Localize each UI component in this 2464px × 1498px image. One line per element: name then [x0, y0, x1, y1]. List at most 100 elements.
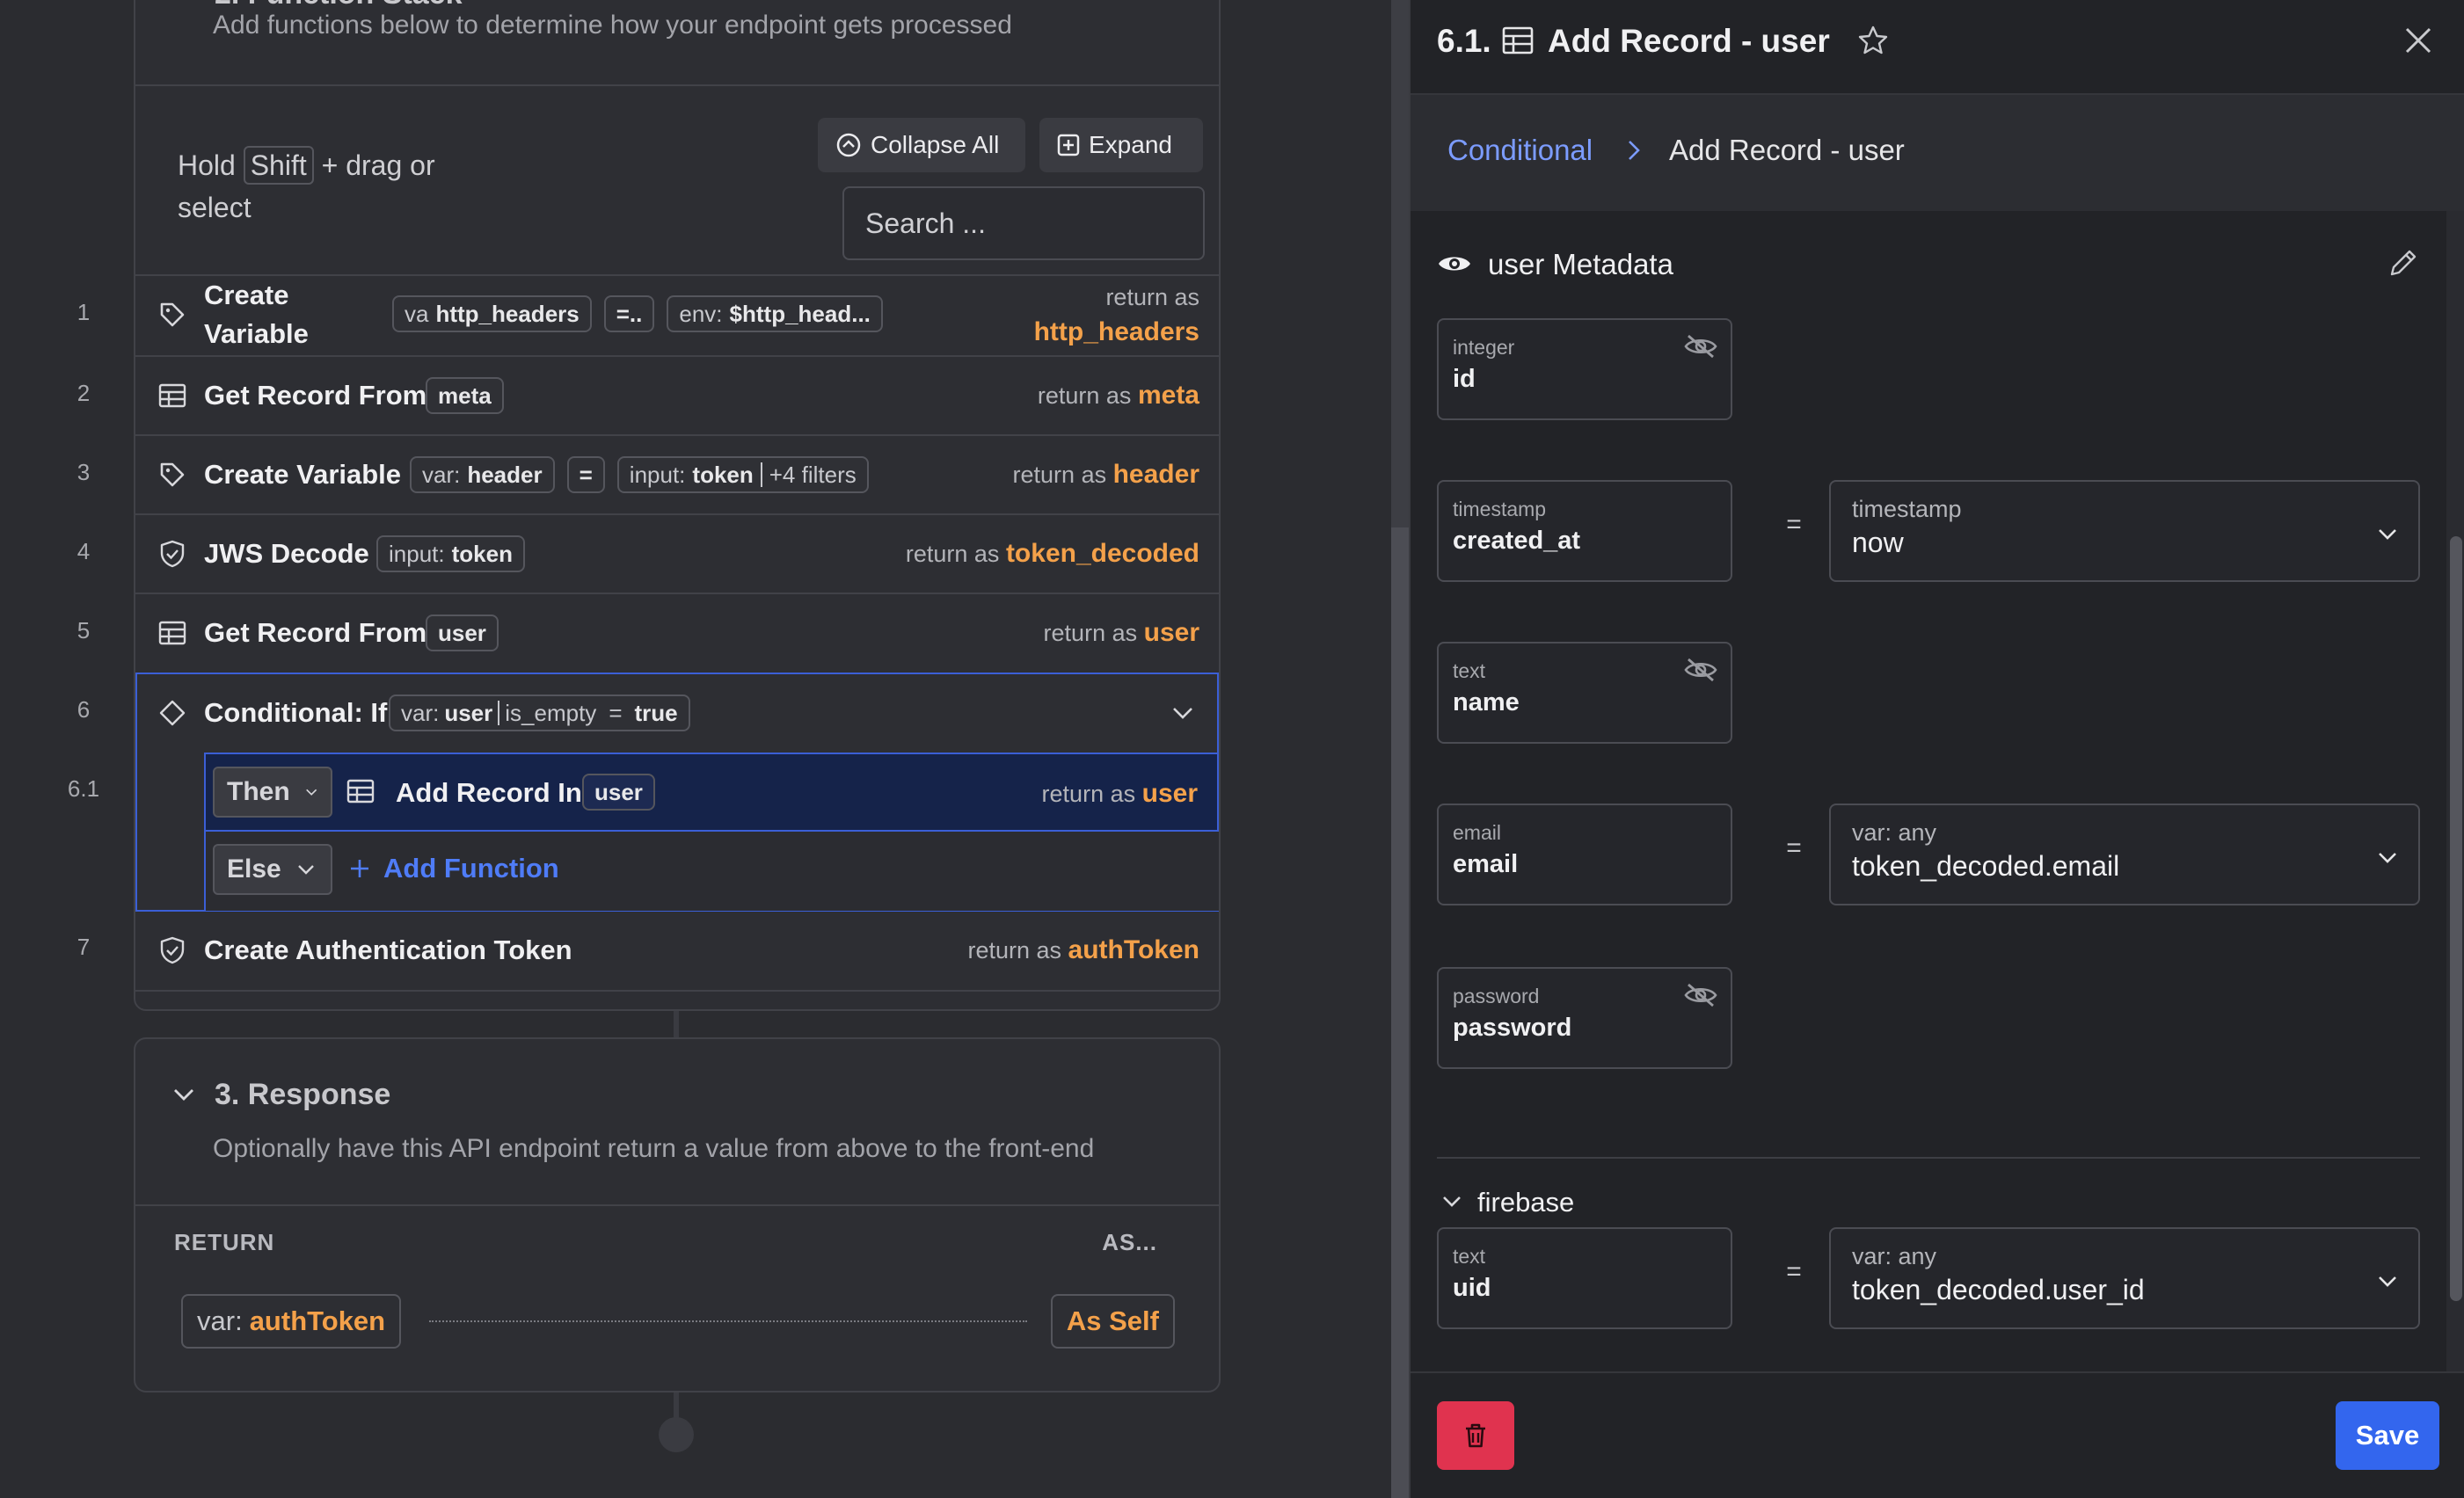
return-as-label: return as	[905, 541, 1000, 567]
chevron-down-icon[interactable]	[1440, 1190, 1463, 1218]
table-pill[interactable]: meta	[426, 377, 504, 414]
value-select-created-at[interactable]: timestamp now	[1829, 480, 2420, 582]
function-stack-description: Add functions below to determine how you…	[213, 11, 1012, 40]
return-var: http_headers	[1033, 317, 1199, 346]
field-id[interactable]: integer id	[1437, 318, 1732, 420]
close-icon[interactable]	[2402, 25, 2434, 61]
condition-variable: user	[444, 699, 493, 726]
field-email[interactable]: email email	[1437, 804, 1732, 905]
step-number: 6.1.	[1437, 23, 1491, 59]
function-args: var: header = input: token +4 filters	[410, 456, 869, 493]
collapse-all-button[interactable]: Collapse All	[818, 118, 1025, 172]
breadcrumb-parent[interactable]: Conditional	[1447, 134, 1593, 167]
field-uid[interactable]: text uid	[1437, 1227, 1732, 1329]
then-branch-row[interactable]: Then Add Record In user return as user	[204, 753, 1219, 832]
table-pill[interactable]: user	[582, 774, 655, 811]
chevron-down-icon[interactable]	[171, 1081, 197, 1112]
function-title: Get Record From	[204, 617, 427, 648]
panel-header: 6.1. Add Record - user	[1411, 0, 2464, 95]
function-row-create-auth-token[interactable]: Create Authentication Token return as au…	[135, 911, 1219, 990]
return-as: return as authToken	[967, 935, 1199, 965]
return-as-label: return as	[1012, 462, 1107, 488]
function-title: JWS Decode	[204, 538, 369, 569]
scrollbar-thumb[interactable]	[2450, 536, 2462, 1301]
branch-label: Then	[227, 777, 290, 806]
eye-icon[interactable]	[1437, 251, 1472, 280]
return-var: user	[1141, 779, 1198, 808]
field-type: text	[1453, 659, 1486, 682]
condition-pill[interactable]: var: user is_empty = true	[389, 694, 690, 731]
function-title: Create Variable	[204, 276, 309, 353]
eye-off-icon[interactable]	[1683, 332, 1718, 365]
pill-label: va	[405, 300, 429, 327]
scrollbar-thumb[interactable]	[1391, 527, 1409, 1498]
divider	[135, 1204, 1219, 1206]
value-pill[interactable]: env: $http_head...	[667, 295, 883, 332]
panel-title: Add Record - user	[1548, 23, 1830, 59]
chevron-down-icon[interactable]	[1170, 700, 1196, 731]
panel-body: user Metadata integer id timestamp creat…	[1411, 211, 2464, 1371]
shift-key: Shift	[243, 146, 314, 185]
save-button[interactable]: Save	[2336, 1401, 2439, 1470]
eye-off-icon[interactable]	[1683, 656, 1718, 688]
star-icon[interactable]	[1857, 25, 1889, 61]
field-password[interactable]: password password	[1437, 967, 1732, 1069]
pill-label: env:	[679, 300, 723, 327]
pill-value: token	[451, 540, 513, 567]
table-pill[interactable]: user	[426, 614, 499, 651]
row-number: 4	[77, 538, 91, 564]
operator-pill[interactable]: =	[566, 456, 605, 493]
shield-check-icon	[157, 934, 188, 966]
drag-hint-text: Hold	[178, 149, 236, 181]
search-input[interactable]: Search ...	[842, 186, 1205, 260]
add-function-button[interactable]: Add Function	[348, 853, 559, 884]
value-select-email[interactable]: var: any token_decoded.email	[1829, 804, 2420, 905]
divider	[135, 84, 1219, 86]
operator-pill[interactable]: =..	[603, 295, 655, 332]
canvas-scrollbar[interactable]	[1391, 0, 1409, 1498]
return-variable-pill[interactable]: var: authToken	[181, 1294, 402, 1349]
return-as-label: return as	[1105, 284, 1199, 310]
function-row-create-variable[interactable]: Create Variable va http_headers =.. env: $…	[135, 274, 1219, 353]
function-row-create-variable-header[interactable]: Create Variable var: header = input: token…	[135, 434, 1219, 513]
operator: =	[579, 461, 593, 488]
then-branch-select[interactable]: Then	[213, 767, 332, 818]
eye-off-icon[interactable]	[1683, 981, 1718, 1014]
plus-icon	[351, 860, 368, 877]
chevron-right-icon	[1622, 137, 1646, 168]
function-title: Add Record In	[396, 777, 582, 808]
return-as: return as user	[1044, 618, 1199, 648]
return-as-label: return as	[1043, 620, 1138, 646]
table-icon	[1502, 26, 1534, 59]
collapse-icon	[836, 133, 861, 157]
variable-pill[interactable]: var: header	[410, 456, 555, 493]
panel-footer: Save	[1411, 1371, 2464, 1498]
drag-hint-text-3: select	[178, 192, 252, 223]
equals-sign: =	[1786, 1257, 1802, 1286]
variable-pill[interactable]: va http_headers	[392, 295, 592, 332]
field-name-text[interactable]: text name	[1437, 642, 1732, 744]
filters-count: +4 filters	[769, 461, 857, 488]
pencil-icon[interactable]	[2387, 248, 2418, 284]
panel-scrollbar[interactable]	[2446, 211, 2464, 1371]
field-name: id	[1453, 365, 1476, 393]
field-name: password	[1453, 1014, 1572, 1042]
else-branch-select[interactable]: Else	[213, 844, 332, 895]
expand-button[interactable]: Expand	[1039, 118, 1203, 172]
input-pill[interactable]: input: token +4 filters	[616, 456, 869, 493]
function-row-get-record-meta[interactable]: Get Record From meta return as meta	[135, 355, 1219, 434]
divider	[135, 990, 1219, 992]
value-select-uid[interactable]: var: any token_decoded.user_id	[1829, 1227, 2420, 1329]
function-row-conditional[interactable]: Conditional: If var: user is_empty = tru…	[135, 673, 1219, 753]
field-created-at[interactable]: timestamp created_at	[1437, 480, 1732, 582]
function-row-get-record-user[interactable]: Get Record From user return as user	[135, 593, 1219, 672]
function-row-jws-decode[interactable]: JWS Decode input: token return as token_d…	[135, 513, 1219, 593]
input-pill[interactable]: input: token	[376, 535, 525, 572]
branch-label: Else	[227, 854, 281, 884]
as-self-pill[interactable]: As Self	[1050, 1294, 1175, 1349]
field-type: email	[1453, 821, 1501, 844]
value-type: timestamp	[1852, 496, 1962, 522]
field-name: name	[1453, 688, 1520, 716]
group-label-firebase[interactable]: firebase	[1477, 1187, 1574, 1218]
delete-button[interactable]	[1437, 1401, 1514, 1470]
